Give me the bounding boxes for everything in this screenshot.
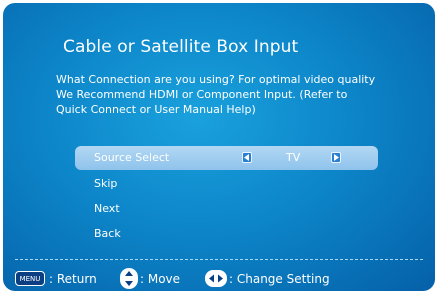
- menu-item-source-select[interactable]: Source Select TV: [75, 146, 378, 170]
- description-line: We Recommend HDMI or Component Input. (R…: [56, 88, 348, 101]
- left-arrow-icon[interactable]: [242, 152, 252, 163]
- description-line: What Connection are you using? For optim…: [56, 73, 376, 86]
- right-arrow-icon[interactable]: [331, 152, 341, 163]
- menu-item-label: Skip: [94, 177, 118, 190]
- menu-item-label: Source Select: [94, 151, 170, 164]
- tv-setup-screen: Cable or Satellite Box Input What Connec…: [3, 3, 435, 291]
- source-value: TV: [286, 151, 301, 164]
- return-hint: : Return: [49, 272, 97, 286]
- dialog-title: Cable or Satellite Box Input: [63, 37, 299, 57]
- up-down-icon: [120, 268, 138, 289]
- move-hint: : Move: [140, 272, 181, 286]
- menu-item-back[interactable]: Back: [75, 222, 378, 246]
- menu-key-icon: MENU: [15, 271, 45, 286]
- footer-hints: MENU : Return : Move : Change Setting: [3, 268, 435, 291]
- footer-divider: [15, 259, 423, 260]
- dialog-description: What Connection are you using? For optim…: [56, 72, 401, 117]
- menu-item-label: Next: [94, 202, 120, 215]
- menu-item-label: Back: [94, 227, 121, 240]
- description-line: Quick Connect or User Manual Help): [56, 103, 256, 116]
- change-setting-hint: : Change Setting: [229, 272, 330, 286]
- menu-item-next[interactable]: Next: [75, 197, 378, 221]
- menu-item-skip[interactable]: Skip: [75, 172, 378, 196]
- left-right-icon: [205, 270, 227, 287]
